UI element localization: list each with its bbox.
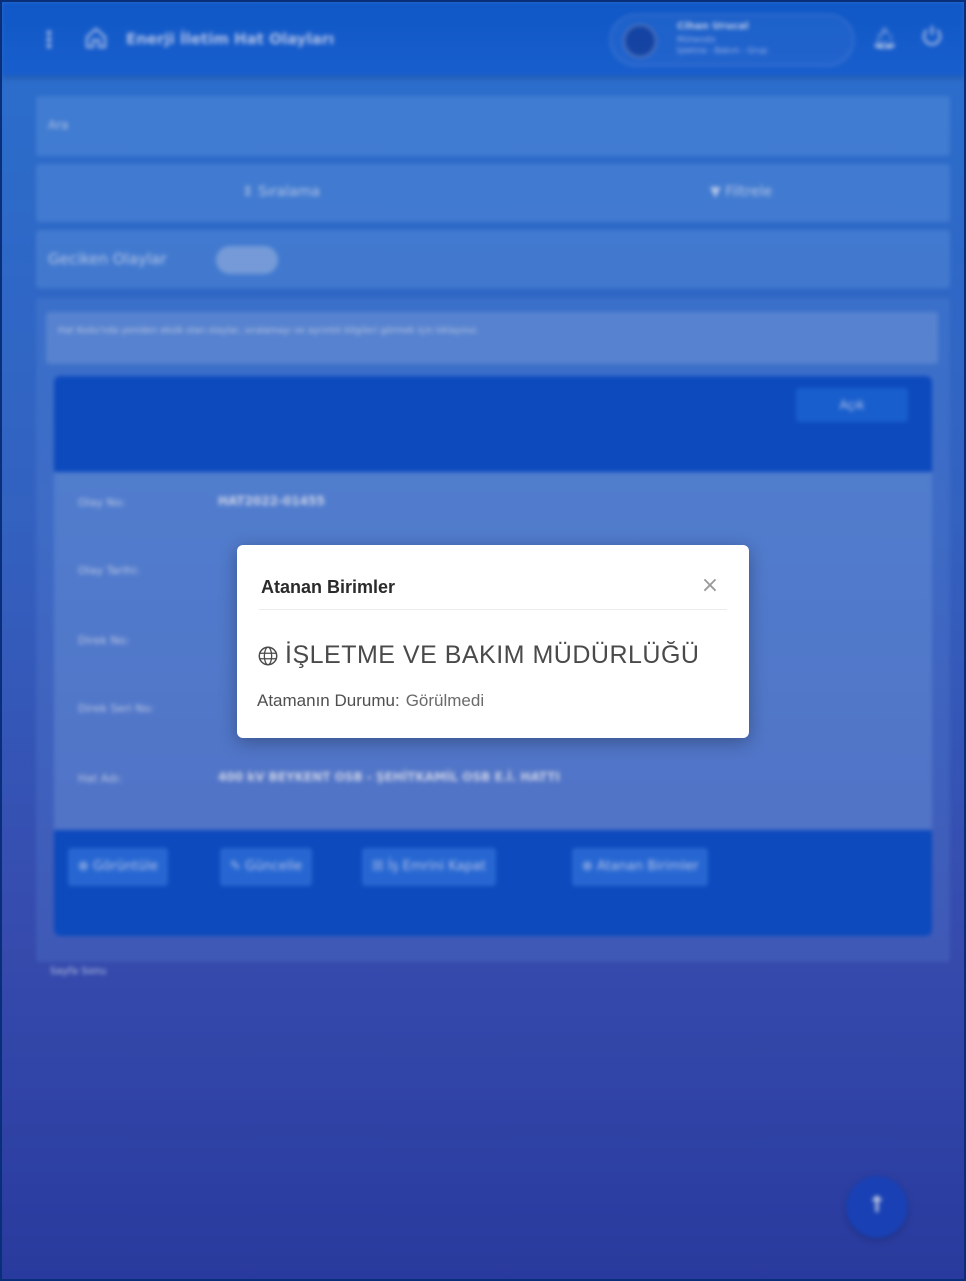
status-value: Görülmedi <box>405 691 485 710</box>
unit-row: İŞLETME VE BAKIM MÜDÜRLÜĞÜ <box>257 641 699 670</box>
globe-icon <box>258 646 278 665</box>
assigned-units-modal: Atanan Birimler × İŞLETME VE BAKIM MÜDÜR… <box>237 545 749 738</box>
divider <box>259 609 727 610</box>
close-icon[interactable]: × <box>695 571 725 601</box>
status-label: Atamanın Durumu: <box>257 691 400 710</box>
unit-name: İŞLETME VE BAKIM MÜDÜRLÜĞÜ <box>285 641 700 669</box>
assignment-status: Atamanın Durumu: Görülmedi <box>257 691 484 711</box>
screen: ⋮ Enerji İletim Hat Olayları Cihan Uruca… <box>0 0 966 1281</box>
modal-title: Atanan Birimler <box>261 577 396 597</box>
